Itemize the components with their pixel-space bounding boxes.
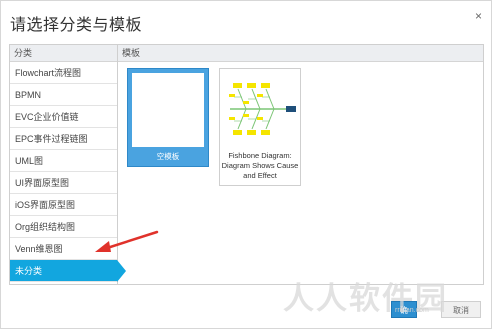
category-item-evc[interactable]: EVC企业价值链 (10, 106, 117, 128)
close-icon[interactable]: × (475, 10, 482, 22)
template-label-blank: 空模板 (156, 152, 180, 161)
fishbone-diagram-icon (229, 83, 296, 135)
category-item-ui[interactable]: UI界面原型图 (10, 172, 117, 194)
template-card-fishbone[interactable]: Fishbone Diagram: Diagram Shows Cause an… (219, 68, 301, 186)
category-list: Flowchart流程图 BPMN EVC企业价值链 EPC事件过程链图 UML… (10, 62, 126, 282)
template-label-fishbone: Fishbone Diagram: Diagram Shows Cause an… (221, 151, 299, 180)
template-column: 模板 空模板 Fishbone Diagram: Diagram Shows C… (118, 45, 483, 284)
template-dialog: 请选择分类与模板 × 分类 Flowchart流程图 BPMN EVC企业价值链… (0, 0, 492, 329)
template-header: 模板 (118, 45, 483, 62)
selection-panel: 分类 Flowchart流程图 BPMN EVC企业价值链 EPC事件过程链图 … (9, 44, 484, 285)
fishbone-thumbnail (224, 73, 296, 147)
template-grid: 空模板 Fishbone Diagram: Diagram Shows Caus… (118, 62, 483, 186)
category-item-bpmn[interactable]: BPMN (10, 84, 117, 106)
category-item-epc[interactable]: EPC事件过程链图 (10, 128, 117, 150)
category-item-uncategorized[interactable]: 未分类 (10, 260, 126, 282)
dialog-title: 请选择分类与模板 (10, 17, 143, 34)
category-header: 分类 (10, 45, 117, 62)
category-column: 分类 Flowchart流程图 BPMN EVC企业价值链 EPC事件过程链图 … (10, 45, 126, 284)
template-card-blank[interactable]: 空模板 (127, 68, 209, 167)
category-item-flowchart[interactable]: Flowchart流程图 (10, 62, 117, 84)
category-item-ios[interactable]: iOS界面原型图 (10, 194, 117, 216)
blank-template-thumbnail (132, 73, 204, 147)
category-item-venn[interactable]: Venn维恩图 (10, 238, 117, 260)
category-item-org[interactable]: Org组织结构图 (10, 216, 117, 238)
watermark-subtext: rrruan.com (395, 307, 429, 314)
category-item-uml[interactable]: UML图 (10, 150, 117, 172)
